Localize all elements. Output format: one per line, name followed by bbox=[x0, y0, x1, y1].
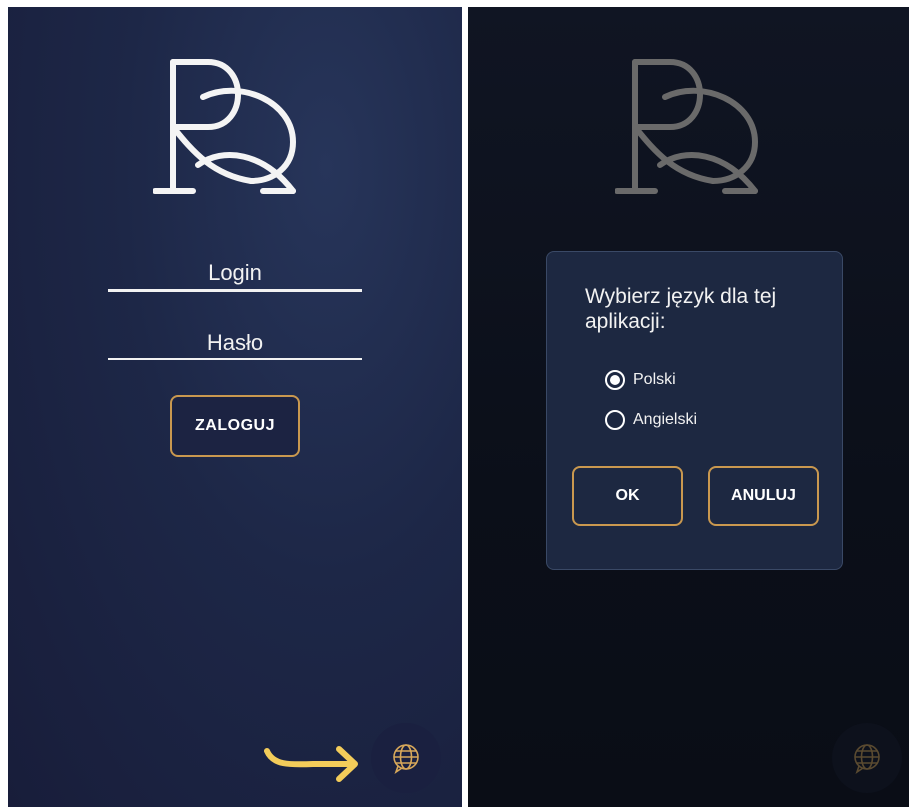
cancel-button[interactable]: ANULUJ bbox=[708, 466, 819, 526]
radio-label: Angielski bbox=[633, 411, 698, 428]
ok-button[interactable]: OK bbox=[572, 466, 683, 526]
radio-unselected-icon bbox=[605, 410, 625, 430]
login-button[interactable]: ZALOGUJ bbox=[170, 395, 300, 457]
password-field[interactable]: Hasło bbox=[108, 330, 362, 356]
radio-option-angielski[interactable]: Angielski bbox=[605, 407, 697, 433]
language-button-dimmed bbox=[832, 723, 902, 793]
radio-selected-icon bbox=[605, 370, 625, 390]
language-button[interactable] bbox=[371, 723, 441, 793]
globe-chat-icon bbox=[854, 744, 880, 774]
dialog-title: Wybierz język dla tej aplikacji: bbox=[585, 285, 777, 333]
login-screen: Login Hasło ZALOGUJ bbox=[8, 7, 462, 807]
login-underline bbox=[108, 289, 362, 292]
radio-label: Polski bbox=[633, 371, 676, 388]
logo-icon-dimmed bbox=[615, 59, 759, 194]
globe-chat-icon bbox=[393, 744, 419, 774]
arrow-icon bbox=[264, 746, 358, 782]
radio-option-polski[interactable]: Polski bbox=[605, 367, 676, 393]
language-dialog: Wybierz język dla tej aplikacji: Polski … bbox=[546, 251, 843, 570]
logo-icon bbox=[153, 59, 297, 194]
language-screen: Wybierz język dla tej aplikacji: Polski … bbox=[468, 7, 909, 807]
password-underline bbox=[108, 358, 362, 360]
login-field[interactable]: Login bbox=[108, 260, 362, 286]
